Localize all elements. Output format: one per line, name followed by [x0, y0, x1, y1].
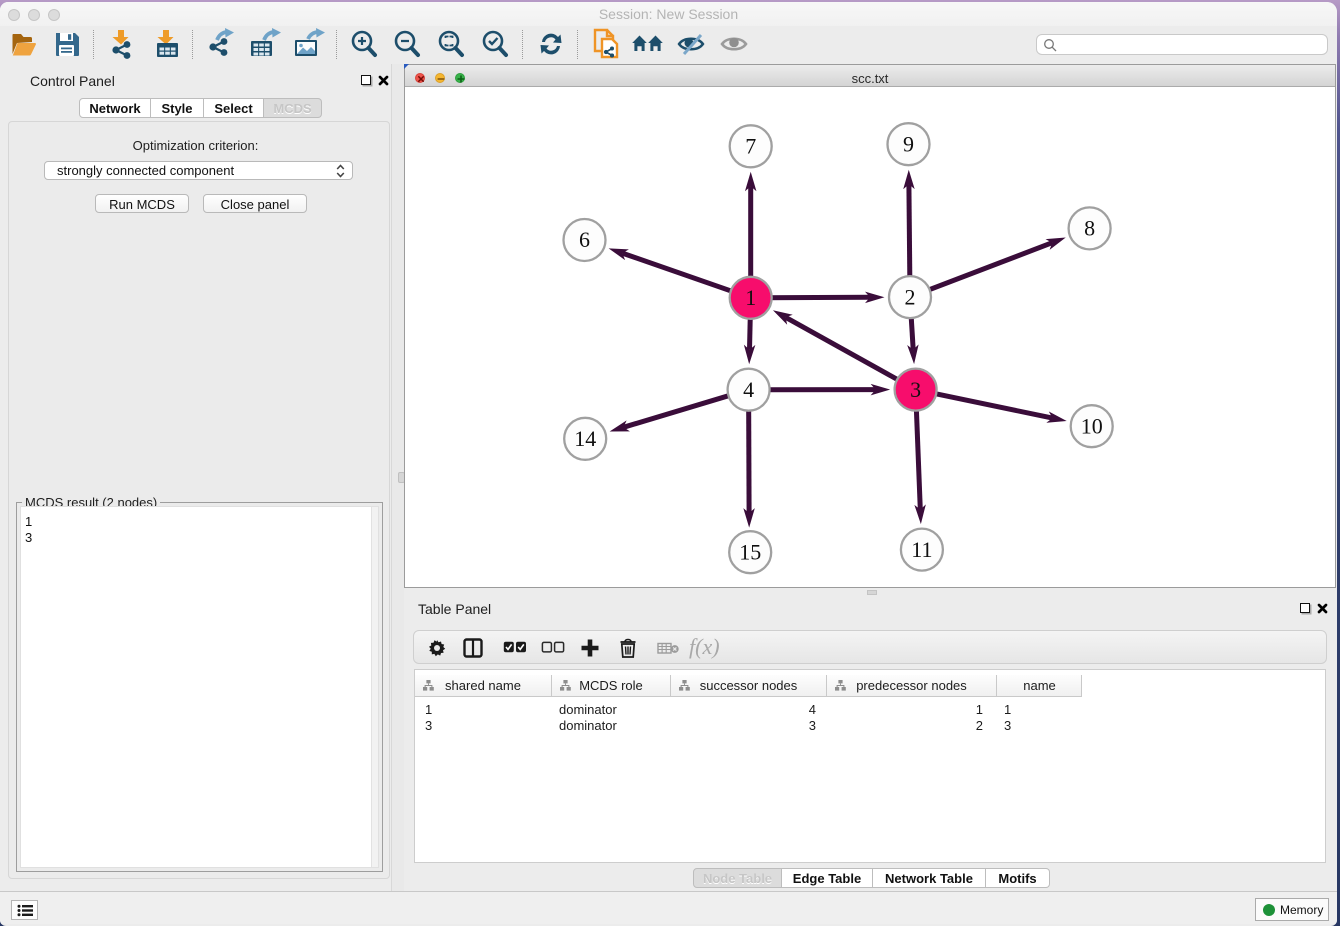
svg-text:11: 11	[911, 537, 932, 562]
svg-text:8: 8	[1084, 216, 1095, 241]
svg-text:3: 3	[910, 377, 921, 402]
svg-text:6: 6	[579, 227, 590, 252]
svg-text:9: 9	[903, 131, 914, 156]
svg-text:7: 7	[745, 134, 756, 159]
svg-text:1: 1	[745, 285, 756, 310]
svg-text:15: 15	[739, 539, 761, 564]
svg-text:14: 14	[574, 426, 596, 451]
svg-text:2: 2	[905, 284, 916, 309]
svg-text:4: 4	[743, 377, 754, 402]
svg-text:10: 10	[1081, 413, 1103, 438]
